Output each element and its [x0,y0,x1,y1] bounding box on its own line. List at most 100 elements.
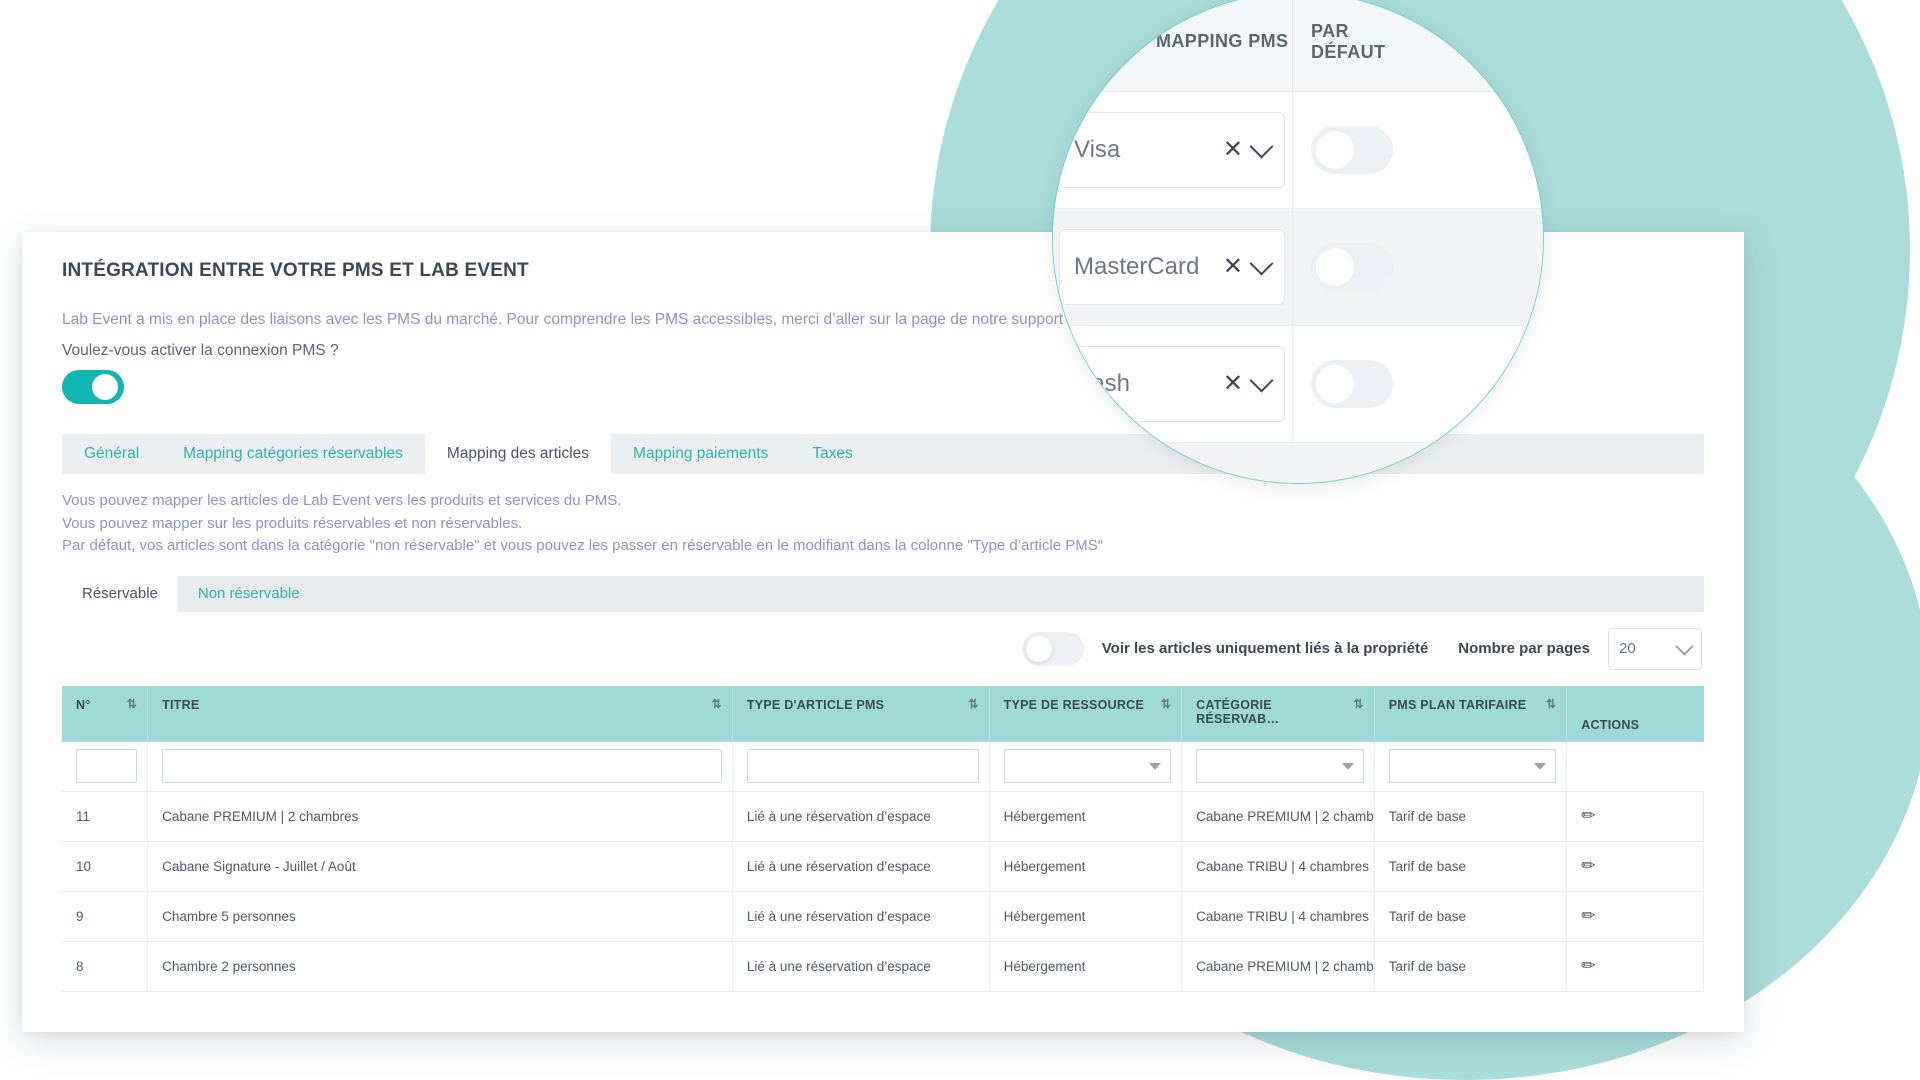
filter-cell-titre [147,741,733,792]
cell-num: 9 [62,891,149,942]
magnifier-row: Cash ✕ [1053,326,1543,443]
close-icon[interactable]: ✕ [1223,138,1243,162]
cell-pms-plan-tarifaire: Tarif de base [1374,841,1568,892]
sort-icon[interactable]: ⇅ [1161,698,1171,710]
close-icon[interactable]: ✕ [1223,255,1243,279]
subtab-reservable[interactable]: Réservable [62,575,178,612]
cell-num: 11 [62,791,149,842]
par-defaut-line-2: DÉFAUT [1311,42,1386,62]
chevron-down-icon[interactable] [1249,367,1274,393]
magnifier-row: MasterCard ✕ [1053,209,1543,326]
par-defaut-toggle-mastercard[interactable] [1311,243,1393,291]
toggle-knob [1316,365,1354,403]
magnifier-mapping-cell: Cash ✕ [1053,326,1293,442]
mapping-pms-select-visa[interactable]: Visa ✕ [1059,112,1285,188]
toggle-knob [92,374,118,401]
pencil-icon[interactable]: ✏ [1581,906,1595,925]
mapping-pms-value: MasterCard [1074,253,1200,280]
magnifier-default-cell [1293,92,1543,208]
par-defaut-toggle-visa[interactable] [1311,126,1393,174]
cell-actions: ✏ [1566,791,1704,842]
cell-titre: Cabane Signature - Juillet / Août [147,841,733,892]
description-line-2: Vous pouvez mapper sur les produits rése… [62,514,523,532]
filter-input-type-article-pms[interactable] [746,749,979,784]
mapping-pms-select-mastercard[interactable]: MasterCard ✕ [1059,229,1285,305]
sort-icon[interactable]: ⇅ [968,698,978,710]
chevron-down-icon [1675,636,1694,656]
column-header-num[interactable]: N° ⇅ [62,685,149,742]
filter-cell-num [62,741,149,792]
toggle-knob [1316,248,1354,286]
column-header-type-ressource[interactable]: TYPE DE RESSOURCE ⇅ [989,685,1183,742]
cell-categorie-reservable: Cabane TRIBU | 4 chambres [1181,841,1375,892]
magnifier-default-cell [1293,209,1543,325]
tab-mapping-categories-reservables[interactable]: Mapping catégories réservables [161,434,425,474]
table-row[interactable]: 9 Chambre 5 personnes Lié à une réservat… [62,891,1704,942]
subtab-non-reservable[interactable]: Non réservable [178,576,320,612]
magnifier-mapping-cell: MasterCard ✕ [1053,209,1293,325]
cell-type-ressource: Hébergement [989,891,1183,942]
pms-connection-toggle[interactable] [62,370,124,405]
column-label: CATÉGORIE RÉSERVAB… [1196,697,1280,726]
filter-select-type-ressource[interactable] [1003,749,1172,784]
pencil-icon[interactable]: ✏ [1581,856,1595,875]
filter-cell-actions [1566,741,1704,792]
filter-cell-categorie-reservable [1181,741,1375,792]
cell-type-ressource: Hébergement [989,841,1183,892]
cell-titre: Chambre 2 personnes [147,941,733,992]
property-filter-toggle[interactable] [1021,631,1084,666]
filter-select-pms-plan-tarifaire[interactable] [1388,749,1557,784]
tab-general[interactable]: Général [62,434,161,474]
magnifier-default-cell [1293,326,1543,442]
column-header-categorie-reservable[interactable]: CATÉGORIE RÉSERVAB… ⇅ [1181,685,1375,742]
sort-icon[interactable]: ⇅ [712,698,722,710]
table-row[interactable]: 8 Chambre 2 personnes Lié à une réservat… [62,941,1704,992]
par-defaut-line-1: PAR [1311,20,1349,41]
cell-type-ressource: Hébergement [989,791,1183,842]
magnifier-header-par-defaut: PAR DÉFAUT [1311,21,1385,63]
mapping-pms-select-cash[interactable]: Cash ✕ [1059,346,1285,422]
filter-input-num[interactable] [76,749,138,784]
lead-sentence: Lab Event a mis en place des liaisons av… [62,311,1012,328]
table-row[interactable]: 10 Cabane Signature - Juillet / Août Lié… [62,841,1704,892]
cell-type-article-pms: Lié à une réservation d’espace [732,791,990,842]
description-line-3: Par défaut, vos articles sont dans la ca… [62,537,1104,555]
per-page-value: 20 [1619,640,1636,658]
cell-type-article-pms: Lié à une réservation d’espace [732,941,990,992]
pencil-icon[interactable]: ✏ [1581,956,1595,975]
tab-taxes[interactable]: Taxes [790,434,875,474]
cell-categorie-reservable: Cabane PREMIUM | 2 chamb [1181,791,1375,842]
column-label: TITRE [162,697,200,712]
filter-select-categorie-reservable[interactable] [1196,749,1364,784]
column-label: TYPE DE RESSOURCE [1003,697,1144,712]
filter-input-titre[interactable] [162,749,722,784]
chevron-down-icon[interactable] [1249,133,1274,159]
magnifier-row-partial [1053,443,1543,483]
table-row[interactable]: 11 Cabane PREMIUM | 2 chambres Lié à une… [62,791,1704,842]
magnifier-header-row: MAPPING PMS PAR DÉFAUT [1053,0,1543,92]
magnifier-header-par-defaut-cell: PAR DÉFAUT [1293,0,1543,91]
cell-type-article-pms: Lié à une réservation d’espace [732,891,990,942]
close-icon[interactable]: ✕ [1223,372,1243,396]
per-page-select[interactable]: 20 [1608,627,1702,670]
articles-table: N° ⇅ TITRE ⇅ TYPE D'ARTICLE PMS ⇅ TYPE D… [62,685,1704,992]
cell-num: 8 [62,941,149,992]
column-label: TYPE D'ARTICLE PMS [746,697,885,712]
pencil-icon[interactable]: ✏ [1581,806,1595,825]
column-header-type-article-pms[interactable]: TYPE D'ARTICLE PMS ⇅ [732,685,990,742]
toggle-knob [1025,635,1052,662]
per-page-label: Nombre par pages [1458,640,1590,658]
column-header-titre[interactable]: TITRE ⇅ [147,685,733,742]
column-header-pms-plan-tarifaire[interactable]: PMS PLAN TARIFAIRE ⇅ [1374,685,1568,742]
sort-icon[interactable]: ⇅ [1353,698,1363,710]
filter-cell-type-article-pms [732,741,990,792]
toggle-knob [1316,131,1354,169]
sort-icon[interactable]: ⇅ [1546,698,1556,710]
tab-mapping-paiements[interactable]: Mapping paiements [611,434,790,474]
sort-icon[interactable]: ⇅ [127,698,137,710]
chevron-down-icon[interactable] [1249,250,1274,276]
magnifier-header-mapping-pms: MAPPING PMS [1156,31,1289,52]
filter-cell-pms-plan-tarifaire [1374,741,1568,792]
tab-mapping-des-articles[interactable]: Mapping des articles [424,434,612,475]
par-defaut-toggle-cash[interactable] [1311,360,1393,408]
